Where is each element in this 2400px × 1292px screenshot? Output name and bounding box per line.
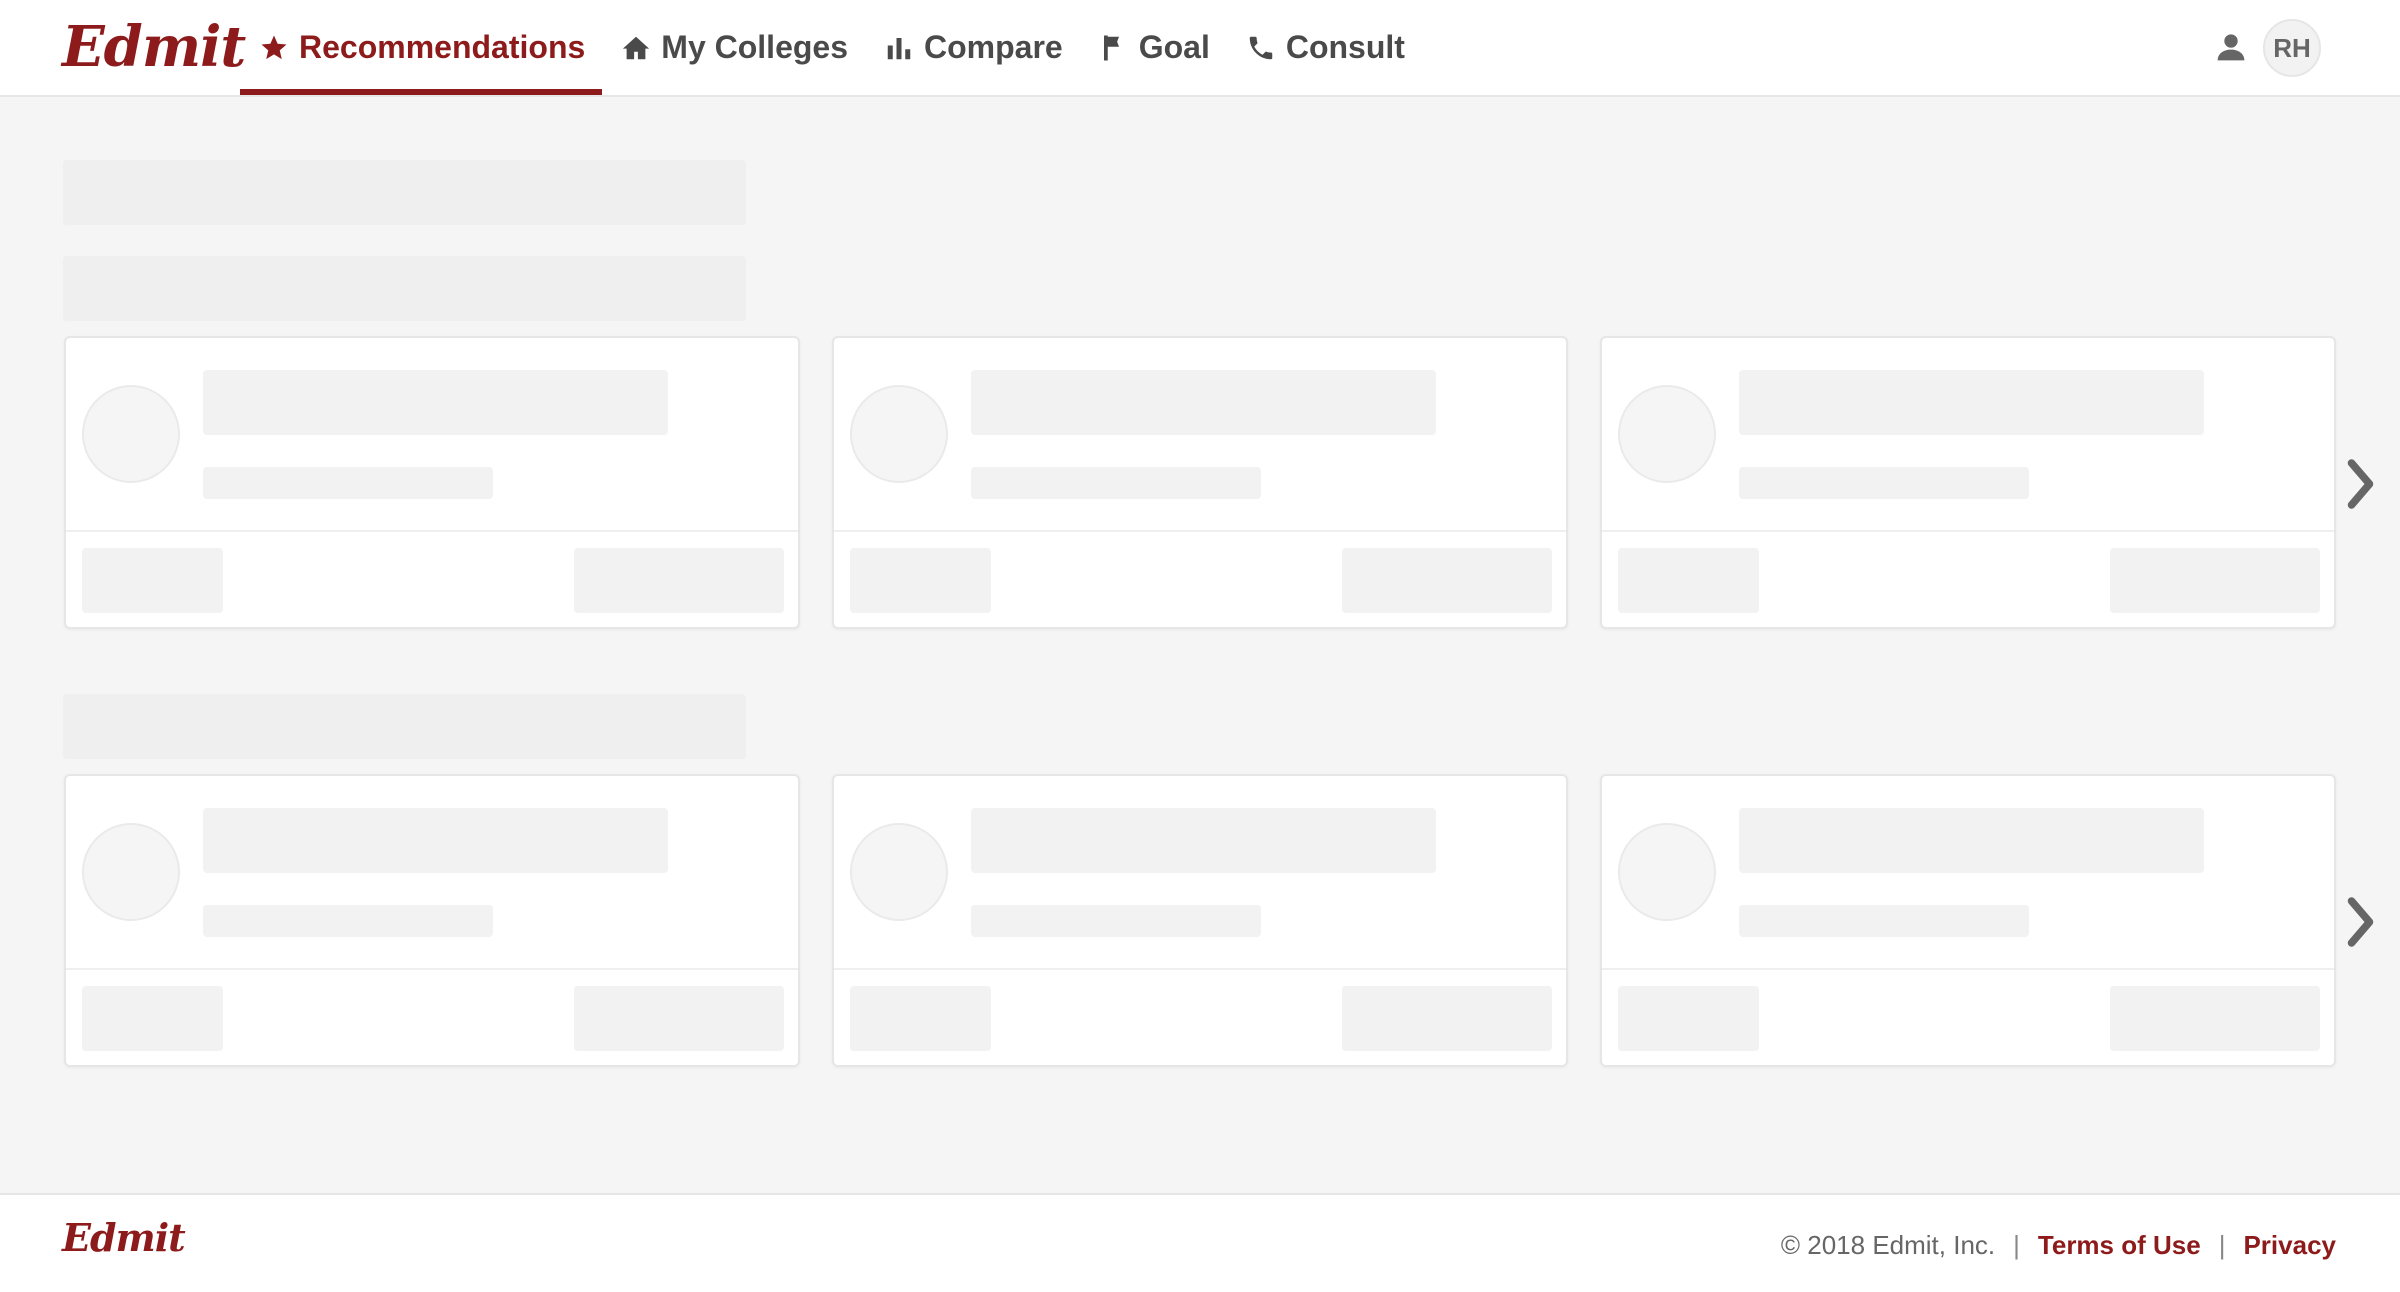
skeleton-line bbox=[203, 467, 493, 499]
copyright-text: © 2018 Edmit, Inc. bbox=[1780, 1230, 1996, 1260]
user-icon[interactable] bbox=[2215, 30, 2247, 64]
skeleton-line bbox=[203, 370, 668, 435]
chevron-right-icon[interactable] bbox=[2344, 894, 2380, 950]
skeleton-heading bbox=[63, 160, 746, 225]
skeleton-line bbox=[971, 370, 1436, 435]
skeleton-line bbox=[971, 808, 1436, 873]
skeleton-line bbox=[1739, 905, 2029, 937]
home-icon bbox=[619, 31, 653, 65]
skeleton-subheading bbox=[63, 256, 746, 321]
footer-separator: | bbox=[2013, 1230, 2020, 1260]
terms-of-use-link[interactable]: Terms of Use bbox=[2038, 1230, 2201, 1261]
bar-chart-icon bbox=[882, 31, 916, 65]
skeleton-button bbox=[850, 548, 991, 613]
top-navigation-bar: Edmit Recommendations My Colleges Compar… bbox=[0, 0, 2400, 97]
college-card-placeholder bbox=[1600, 774, 2336, 1067]
skeleton-line bbox=[203, 808, 668, 873]
nav-label: Compare bbox=[924, 29, 1063, 65]
skeleton-logo bbox=[1618, 823, 1716, 921]
nav-item-my-colleges[interactable]: My Colleges bbox=[602, 0, 865, 95]
nav-item-recommendations[interactable]: Recommendations bbox=[240, 0, 603, 95]
nav-item-compare[interactable]: Compare bbox=[865, 0, 1080, 95]
footer-separator: | bbox=[2218, 1230, 2226, 1260]
edmit-logo[interactable]: Edmit bbox=[62, 14, 246, 80]
skeleton-button bbox=[2110, 986, 2320, 1051]
privacy-link[interactable]: Privacy bbox=[2243, 1230, 2336, 1261]
skeleton-button bbox=[1342, 986, 1552, 1051]
user-avatar[interactable]: RH bbox=[2263, 19, 2321, 77]
skeleton-button bbox=[82, 986, 223, 1051]
nav-label: Consult bbox=[1285, 29, 1405, 65]
skeleton-button bbox=[1342, 548, 1552, 613]
skeleton-button bbox=[850, 986, 991, 1051]
card-divider bbox=[834, 530, 1566, 532]
college-card-placeholder bbox=[1600, 336, 2336, 629]
college-card-placeholder bbox=[832, 336, 1568, 629]
footer-logo[interactable]: Edmit bbox=[62, 1215, 186, 1260]
skeleton-button bbox=[82, 548, 223, 613]
skeleton-heading bbox=[63, 694, 746, 759]
nav-item-goal[interactable]: Goal bbox=[1080, 0, 1227, 95]
college-card-placeholder bbox=[832, 774, 1568, 1067]
card-divider bbox=[1602, 530, 2334, 532]
skeleton-line bbox=[971, 467, 1261, 499]
skeleton-logo bbox=[82, 823, 180, 921]
skeleton-line bbox=[1739, 808, 2204, 873]
college-card-placeholder bbox=[64, 336, 800, 629]
skeleton-button bbox=[574, 986, 784, 1051]
skeleton-logo bbox=[82, 385, 180, 483]
skeleton-logo bbox=[850, 385, 948, 483]
skeleton-button bbox=[2110, 548, 2320, 613]
nav-label: My Colleges bbox=[661, 29, 848, 65]
main-nav: Recommendations My Colleges Compare Goal… bbox=[240, 0, 1422, 95]
skeleton-logo bbox=[850, 823, 948, 921]
card-divider bbox=[1602, 968, 2334, 970]
card-divider bbox=[66, 968, 798, 970]
skeleton-line bbox=[971, 905, 1261, 937]
college-card-placeholder bbox=[64, 774, 800, 1067]
skeleton-line bbox=[1739, 370, 2204, 435]
flag-icon bbox=[1097, 31, 1131, 65]
phone-icon bbox=[1244, 31, 1278, 65]
skeleton-button bbox=[1618, 548, 1759, 613]
skeleton-line bbox=[203, 905, 493, 937]
nav-label: Goal bbox=[1138, 29, 1210, 65]
nav-item-consult[interactable]: Consult bbox=[1227, 0, 1422, 95]
chevron-right-icon[interactable] bbox=[2344, 456, 2380, 512]
nav-label: Recommendations bbox=[299, 29, 586, 65]
skeleton-line bbox=[1739, 467, 2029, 499]
star-icon bbox=[257, 31, 291, 65]
skeleton-logo bbox=[1618, 385, 1716, 483]
footer-links: © 2018 Edmit, Inc. | Terms of Use | Priv… bbox=[1781, 1230, 2336, 1261]
skeleton-button bbox=[1618, 986, 1759, 1051]
skeleton-button bbox=[574, 548, 784, 613]
page-footer: Edmit © 2018 Edmit, Inc. | Terms of Use … bbox=[0, 1193, 2400, 1292]
card-divider bbox=[834, 968, 1566, 970]
card-divider bbox=[66, 530, 798, 532]
